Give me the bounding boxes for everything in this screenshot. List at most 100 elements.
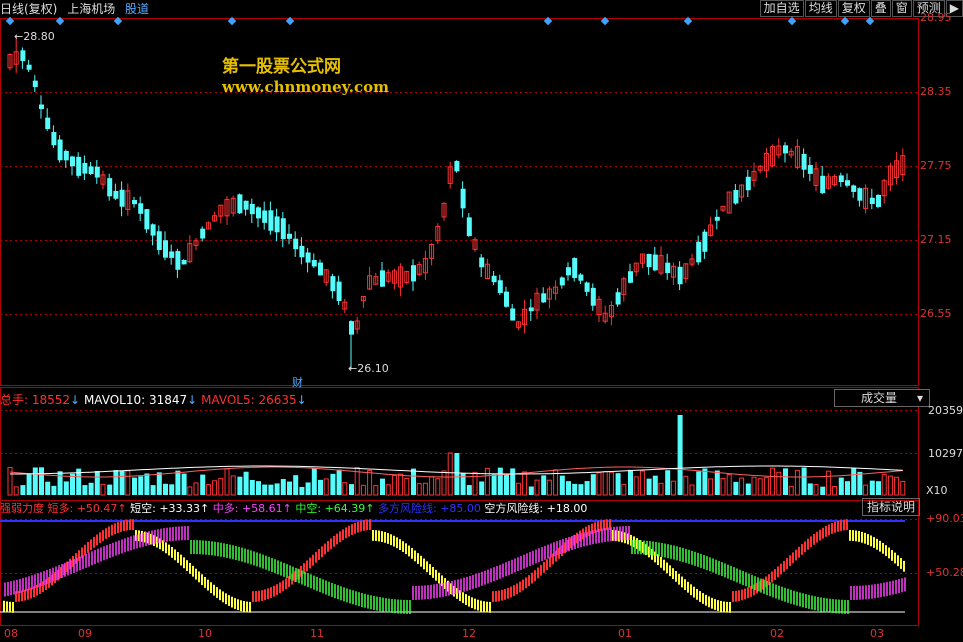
candle [280, 218, 286, 240]
candle [541, 293, 547, 303]
volume-bar [720, 478, 726, 496]
candle [466, 217, 472, 236]
volume-bar [398, 473, 404, 496]
candle [132, 200, 137, 205]
candle [181, 260, 187, 265]
volume-bar [88, 482, 94, 495]
candle [256, 207, 261, 219]
candle [113, 190, 119, 199]
volume-bar [94, 471, 100, 495]
volume-bar [504, 473, 509, 495]
volume-bar [367, 469, 373, 496]
volume-bar [900, 480, 906, 496]
finance-marker[interactable]: 财 [292, 374, 303, 390]
candle [39, 104, 44, 110]
volume-bar [528, 486, 534, 495]
candle [696, 241, 702, 263]
candle [287, 233, 292, 239]
volume-bar [249, 479, 255, 495]
candle [677, 266, 683, 285]
volume-bar [218, 477, 224, 496]
candle [26, 64, 32, 70]
volume-bar [658, 482, 664, 496]
candle [820, 175, 826, 194]
volume-bar [212, 480, 218, 496]
volume-bar [776, 471, 782, 496]
volume-bar [714, 470, 720, 495]
volume-bar [702, 468, 708, 495]
candle [311, 260, 317, 267]
volume-bar [323, 478, 329, 496]
kline-chart[interactable] [0, 0, 963, 642]
volume-bar [119, 470, 125, 495]
indicator-value: 空方风险线: +18.00 [480, 502, 588, 515]
candle [845, 180, 850, 186]
candle [20, 50, 26, 62]
volume-bar [621, 483, 627, 496]
candle [200, 228, 206, 239]
candle [559, 277, 565, 286]
candle [510, 308, 516, 321]
volume-bar [187, 486, 193, 496]
volume-bar [484, 467, 490, 496]
indicator-help-button[interactable]: 指标说明 [862, 498, 920, 516]
volume-bar [745, 483, 751, 495]
arrow-down-icon: ↓ [296, 393, 307, 407]
volume-bar [522, 471, 528, 496]
volume-bar [125, 470, 131, 496]
volume-bar [132, 477, 137, 495]
volume-bar [652, 475, 658, 495]
candle [460, 188, 466, 209]
candle [169, 251, 175, 258]
volume-tick: 10297 [928, 447, 963, 460]
volume-bar [838, 477, 844, 495]
volume-bar [293, 475, 299, 495]
date-tick: 03 [870, 627, 884, 640]
candle [57, 139, 63, 161]
volume-bar [497, 467, 503, 495]
date-tick: 02 [770, 627, 784, 640]
volume-bar [665, 470, 671, 495]
volume-bar [783, 468, 788, 495]
candle [869, 197, 875, 204]
volume-bar [639, 470, 645, 496]
candle [45, 117, 51, 130]
volume-bar [181, 473, 187, 495]
volume-unit: X10 [926, 484, 948, 497]
volume-bar [435, 478, 441, 496]
volume-bar [881, 474, 887, 496]
volume-bar [113, 470, 119, 495]
volume-bar [546, 479, 552, 496]
high-value: 28.80 [23, 30, 55, 43]
volume-bar [342, 482, 348, 496]
price-tick: 27.75 [920, 159, 952, 172]
volume-bar [262, 484, 268, 495]
volume-bar [825, 470, 831, 496]
candle [163, 240, 168, 258]
volume-bar [336, 469, 342, 495]
volume-bar [788, 485, 794, 496]
candle [504, 291, 509, 307]
candle [249, 203, 255, 215]
date-tick: 09 [78, 627, 92, 640]
indicator-select[interactable]: 成交量 ▾ [834, 389, 930, 407]
volume-bar [628, 469, 633, 495]
volume-bar [541, 475, 547, 495]
volume-bar [813, 484, 819, 496]
volume-bar [39, 467, 44, 495]
candle [88, 166, 94, 174]
volume-bar [578, 484, 584, 495]
volume-bar [696, 471, 702, 495]
volume-bar [163, 483, 168, 495]
volume-bar [851, 467, 857, 495]
candle [349, 321, 354, 335]
volume-bar [349, 484, 354, 495]
volume-bar [510, 468, 516, 495]
mavol10: MAVOL10: 31847 [83, 393, 188, 407]
volume-bar [13, 486, 19, 496]
indicator-value: 中多: +58.61↑ [209, 502, 292, 515]
candle [51, 132, 57, 146]
candle [838, 175, 844, 182]
volume-bar [318, 479, 323, 495]
volume-bar [689, 484, 695, 496]
